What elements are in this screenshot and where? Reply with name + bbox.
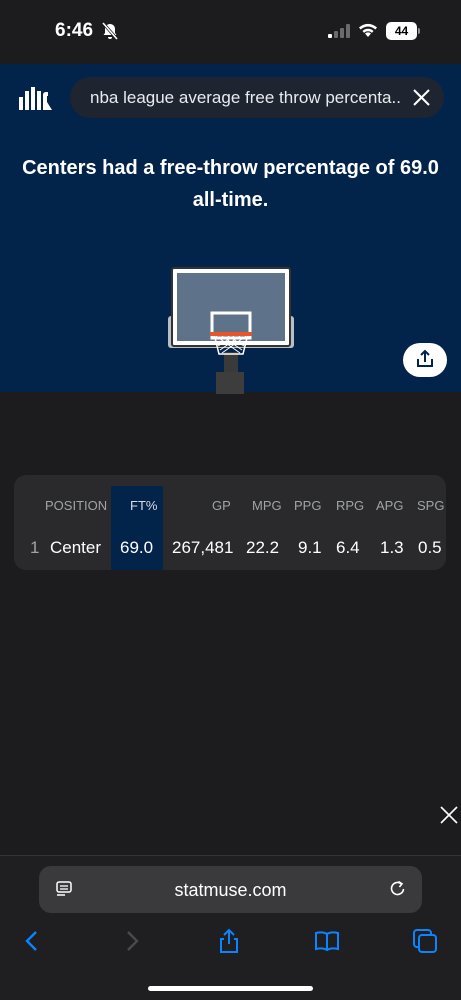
url-text[interactable]: statmuse.com — [39, 880, 422, 901]
row-rpg: 6.4 — [336, 538, 360, 557]
clear-search-icon[interactable] — [411, 87, 432, 108]
header-mpg[interactable]: MPG — [252, 498, 282, 513]
header-spg[interactable]: SPG — [417, 498, 444, 513]
search-query[interactable]: nba league average free throw percenta..… — [90, 88, 402, 108]
status-bar: 6:46 44 — [0, 0, 461, 64]
battery-level: 44 — [386, 22, 417, 40]
header-ppg[interactable]: PPG — [294, 498, 321, 513]
answer-hero: nba league average free throw percenta..… — [0, 64, 461, 394]
share-icon[interactable] — [216, 928, 242, 954]
row-spg: 0.5 — [418, 538, 442, 557]
header-position[interactable]: POSITION — [45, 498, 107, 513]
battery-icon: 44 — [386, 22, 420, 40]
row-rank: 1 — [30, 538, 40, 557]
row-mpg: 22.2 — [246, 538, 280, 557]
row-position[interactable]: Center — [50, 538, 101, 558]
status-time: 6:46 — [55, 20, 94, 41]
back-icon[interactable] — [20, 928, 46, 954]
bell-off-icon — [101, 22, 119, 40]
address-bar[interactable]: statmuse.com — [39, 866, 422, 913]
tabs-icon[interactable] — [412, 928, 438, 954]
home-indicator — [148, 986, 313, 991]
header-rpg[interactable]: RPG — [336, 498, 364, 513]
reload-icon[interactable] — [388, 879, 407, 898]
statmuse-logo-icon[interactable] — [18, 85, 54, 111]
close-icon[interactable] — [439, 805, 459, 825]
cellular-signal-icon — [328, 24, 350, 38]
forward-icon[interactable] — [118, 928, 144, 954]
stats-table: POSITION FT% GP MPG PPG RPG APG SPG 1 Ce… — [14, 475, 446, 570]
row-ppg: 9.1 — [298, 538, 322, 557]
wifi-icon — [359, 23, 377, 37]
header-gp[interactable]: GP — [212, 498, 231, 513]
basketball-hoop-icon — [168, 267, 294, 394]
battery-tip — [418, 28, 420, 34]
row-gp: 267,481 — [172, 538, 234, 557]
header-ft-pct[interactable]: FT% — [130, 498, 157, 513]
bookmarks-icon[interactable] — [314, 928, 340, 954]
share-icon — [417, 349, 433, 367]
row-apg: 1.3 — [380, 538, 404, 557]
row-ft-pct: 69.0 — [120, 538, 154, 557]
share-button[interactable] — [403, 343, 447, 377]
header-apg[interactable]: APG — [376, 498, 403, 513]
answer-headline: Centers had a free-throw percentage of 6… — [22, 157, 439, 211]
search-bar[interactable]: nba league average free throw percenta..… — [70, 77, 444, 118]
browser-toolbar: statmuse.com — [0, 855, 461, 1000]
